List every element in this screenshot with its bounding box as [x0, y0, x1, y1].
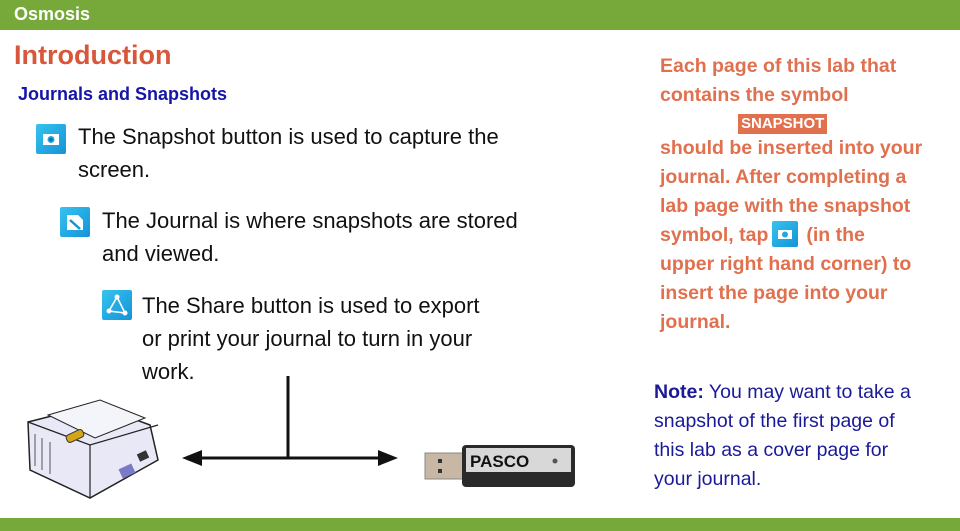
bullet-journal: The Journal is where snapshots are store…: [102, 204, 518, 270]
snapshot-symbol-label: SNAPSHOT: [738, 114, 828, 134]
share-icon[interactable]: [102, 290, 132, 320]
snapshot-instructions: Each page of this lab that contains the …: [660, 52, 950, 337]
instruction-text: symbol, tap: [660, 224, 769, 246]
snapshot-camera-icon[interactable]: [36, 124, 66, 154]
instruction-line: journal.: [660, 311, 731, 333]
bullet-text-line: screen.: [78, 157, 151, 182]
note-line: this lab as a cover page for: [654, 439, 889, 461]
note-line: snapshot of the first page of: [654, 410, 895, 432]
snapshot-camera-icon[interactable]: [772, 220, 799, 247]
instruction-line: insert the page into your: [660, 282, 888, 304]
page-subtitle: Journals and Snapshots: [18, 84, 228, 104]
journal-icon[interactable]: [60, 207, 90, 237]
printer-image: [27, 399, 159, 499]
header-bar: Osmosis: [0, 0, 960, 30]
instruction-line: contains the symbol: [660, 84, 849, 106]
export-arrows: [182, 376, 398, 466]
footer-bar: [0, 518, 960, 531]
instruction-line: lab page with the snapshot: [660, 195, 911, 217]
note-line: You may want to take a: [703, 381, 911, 403]
lesson-title: Osmosis: [14, 4, 91, 24]
usb-brand-label: PASCO: [470, 452, 529, 471]
note-label: Note:: [654, 381, 704, 403]
bullet-snapshot: The Snapshot button is used to capture t…: [78, 120, 499, 186]
bullet-text-line: The Snapshot button is used to capture t…: [78, 124, 499, 149]
cover-page-note: Note: You may want to take a snapshot of…: [654, 378, 954, 494]
instruction-line: journal. After completing a: [660, 166, 907, 188]
instruction-line: should be inserted into your: [660, 137, 923, 159]
bullet-text-line: or print your journal to turn in your: [142, 326, 473, 351]
instruction-line-with-icon: symbol, tap (in the: [660, 220, 950, 250]
page-title: Introduction: [14, 40, 172, 70]
instruction-line: upper right hand corner) to: [660, 253, 912, 275]
instruction-line: Each page of this lab that: [660, 55, 897, 77]
instruction-text: (in the: [806, 224, 865, 246]
bullet-text-line: The Journal is where snapshots are store…: [102, 208, 518, 233]
note-line: your journal.: [654, 468, 762, 490]
bullet-text-line: The Share button is used to export: [142, 293, 480, 318]
bullet-text-line: and viewed.: [102, 241, 220, 266]
export-diagram: PASCO: [27, 376, 575, 499]
usb-flash-drive-image: PASCO: [424, 445, 575, 487]
